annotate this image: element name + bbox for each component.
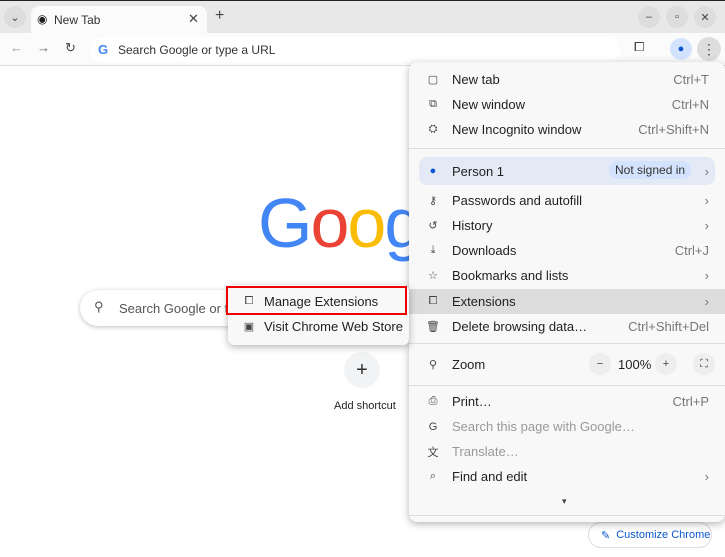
profile-avatar[interactable]: ● bbox=[670, 38, 692, 60]
google-icon: G bbox=[428, 420, 438, 433]
new-window-icon: ⧉ bbox=[429, 98, 437, 110]
chevron-right-icon: › bbox=[704, 193, 709, 208]
omnibox[interactable]: G Search Google or type a URL bbox=[90, 37, 620, 62]
menu-item-label: Downloads bbox=[452, 243, 517, 258]
menu-button[interactable]: ⋮ bbox=[697, 37, 721, 61]
pencil-icon: ✎ bbox=[601, 529, 611, 542]
puzzle-icon: ⧠ bbox=[428, 295, 438, 307]
menu-item-print[interactable]: ⎙ Print… Ctrl+P bbox=[409, 389, 725, 414]
shortcut-label: Ctrl+T bbox=[673, 72, 709, 87]
shortcut-label: Ctrl+J bbox=[674, 243, 709, 258]
find-icon: ⌕ bbox=[429, 470, 437, 482]
menu-item-history[interactable]: ↺ History › bbox=[409, 213, 725, 238]
incognito-icon: ⛭ bbox=[428, 123, 438, 135]
chrome-icon: ◉ bbox=[37, 12, 48, 26]
extensions-icon[interactable]: ⧠ bbox=[634, 39, 644, 55]
google-icon: G bbox=[98, 42, 109, 57]
shortcut-label: Ctrl+P bbox=[672, 394, 709, 409]
shortcut-label: Ctrl+Shift+N bbox=[638, 122, 709, 137]
google-logo: Goog bbox=[258, 184, 423, 262]
submenu-item-label: Visit Chrome Web Store bbox=[264, 319, 403, 334]
menu-item-label: Delete browsing data… bbox=[452, 319, 588, 334]
history-icon: ↺ bbox=[428, 220, 438, 232]
minimize-button[interactable]: – bbox=[638, 6, 660, 28]
new-tab-button[interactable]: + bbox=[215, 7, 224, 25]
chevron-right-icon: › bbox=[704, 163, 709, 179]
reload-button[interactable]: ↻ bbox=[65, 40, 76, 56]
zoom-in-button[interactable]: + bbox=[655, 353, 677, 375]
menu-item-label: Find and edit bbox=[452, 469, 528, 484]
tab-title: New Tab bbox=[54, 13, 101, 27]
sign-in-status-badge: Not signed in bbox=[609, 161, 692, 179]
search-icon: ⚲ bbox=[94, 299, 104, 314]
menu-item-label: Extensions bbox=[452, 294, 516, 309]
submenu-item-visit-chrome-web-store[interactable]: ▣ Visit Chrome Web Store bbox=[228, 314, 409, 339]
menu-item-downloads[interactable]: ⤓ Downloads Ctrl+J bbox=[409, 238, 725, 263]
menu-item-passwords-and-autofill[interactable]: ⚷ Passwords and autofill › bbox=[409, 188, 725, 213]
menu-separator bbox=[409, 515, 725, 516]
menu-item-label: New window bbox=[452, 97, 525, 112]
search-placeholder: Search Google or ty bbox=[119, 301, 235, 316]
trash-icon: 🗑 bbox=[426, 321, 440, 333]
fullscreen-icon[interactable]: ⛶ bbox=[693, 353, 715, 375]
customize-chrome-label: Customize Chrome bbox=[616, 529, 711, 541]
menu-item-new-window[interactable]: ⧉ New window Ctrl+N bbox=[409, 92, 725, 117]
download-icon: ⤓ bbox=[430, 244, 436, 256]
menu-item-label: Bookmarks and lists bbox=[452, 268, 569, 283]
customize-chrome-button[interactable]: ✎ Customize Chrome bbox=[588, 522, 712, 548]
menu-separator bbox=[409, 343, 725, 344]
omnibox-placeholder: Search Google or type a URL bbox=[118, 43, 276, 57]
highlight-box bbox=[226, 286, 407, 315]
tab-search-button[interactable]: ⌄ bbox=[4, 6, 26, 28]
tab-new-tab[interactable]: ◉ New Tab ✕ bbox=[31, 6, 207, 35]
print-icon: ⎙ bbox=[428, 395, 438, 407]
chrome-menu: ▢ New tab Ctrl+T ⧉ New window Ctrl+N ⛭ N… bbox=[409, 62, 725, 522]
zoom-value: 100% bbox=[618, 357, 652, 372]
menu-separator bbox=[409, 385, 725, 386]
menu-item-label: Search this page with Google… bbox=[452, 419, 635, 434]
add-shortcut-label: Add shortcut bbox=[334, 400, 396, 412]
menu-item-extensions[interactable]: ⧠ Extensions › bbox=[409, 289, 725, 314]
menu-item-find-and-edit[interactable]: ⌕ Find and edit › bbox=[409, 464, 725, 489]
zoom-label: Zoom bbox=[452, 357, 486, 372]
menu-item-label: History bbox=[452, 218, 493, 233]
chevron-right-icon: › bbox=[704, 294, 709, 309]
tab-strip: ⌄ ◉ New Tab ✕ + – ▫ ✕ bbox=[0, 0, 725, 35]
chevron-right-icon: › bbox=[704, 218, 709, 233]
chevron-right-icon: › bbox=[704, 469, 709, 484]
menu-item-zoom: ⚲ Zoom − 100% + ⛶ bbox=[409, 352, 725, 377]
forward-button[interactable]: → bbox=[37, 40, 50, 55]
shortcut-label: Ctrl+N bbox=[671, 97, 709, 112]
chevron-right-icon: › bbox=[704, 268, 709, 283]
star-icon: ☆ bbox=[428, 270, 438, 282]
close-window-button[interactable]: ✕ bbox=[694, 6, 716, 28]
person-icon: ● bbox=[429, 165, 437, 177]
menu-item-label: New Incognito window bbox=[452, 122, 582, 137]
menu-item-label: New tab bbox=[452, 72, 500, 87]
new-tab-icon: ▢ bbox=[427, 74, 439, 86]
shortcut-label: Ctrl+Shift+Del bbox=[628, 319, 709, 334]
menu-item-label: Print… bbox=[452, 394, 492, 409]
store-icon: ▣ bbox=[243, 321, 255, 333]
key-icon: ⚷ bbox=[428, 195, 438, 207]
menu-item-label: Translate… bbox=[452, 444, 519, 459]
translate-icon: 文 bbox=[427, 446, 439, 459]
maximize-button[interactable]: ▫ bbox=[666, 6, 688, 28]
close-tab-icon[interactable]: ✕ bbox=[188, 11, 199, 27]
zoom-icon: ⚲ bbox=[428, 359, 438, 371]
scroll-down-icon[interactable]: ▾ bbox=[562, 496, 567, 507]
zoom-out-button[interactable]: − bbox=[589, 353, 611, 375]
menu-item-translate: 文 Translate… bbox=[409, 439, 725, 464]
menu-item-search-this-page-with-google: G Search this page with Google… bbox=[409, 414, 725, 439]
menu-item-delete-browsing-data[interactable]: 🗑 Delete browsing data… Ctrl+Shift+Del bbox=[409, 314, 725, 339]
back-button[interactable]: ← bbox=[10, 40, 23, 55]
menu-item-label: Passwords and autofill bbox=[452, 193, 583, 208]
menu-item-new-incognito-window[interactable]: ⛭ New Incognito window Ctrl+Shift+N bbox=[409, 117, 725, 142]
menu-separator bbox=[409, 148, 725, 149]
menu-item-bookmarks-and-lists[interactable]: ☆ Bookmarks and lists › bbox=[409, 263, 725, 288]
menu-item-new-tab[interactable]: ▢ New tab Ctrl+T bbox=[409, 67, 725, 92]
person-label: Person 1 bbox=[452, 163, 505, 179]
add-shortcut-button[interactable]: + bbox=[344, 352, 380, 388]
menu-item-person[interactable]: ● Person 1 Not signed in › bbox=[419, 157, 715, 185]
